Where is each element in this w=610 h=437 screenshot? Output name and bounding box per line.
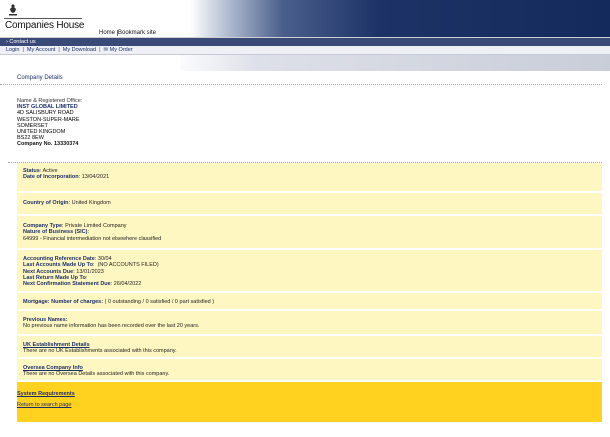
uk-establishment-panel: UK Establishment Details There are no UK… [17,336,602,359]
contact-us-link[interactable]: › Contact us [6,39,36,45]
royal-crest-icon [9,4,17,16]
origin-row: Country of Origin: United Kingdom [23,200,111,206]
band-grey [170,55,610,71]
logo-rule [4,18,82,19]
origin-value: United Kingdom [71,200,111,206]
origin-label: Country of Origin [23,200,69,206]
accounts-panel: Accounting Reference Date: 30/04 Last Ac… [17,250,602,293]
confirmation-row: Next Confirmation Statement Due: 26/04/2… [23,281,142,288]
next-accounts-label: Next Accounts Due [23,268,74,275]
header-band [0,55,610,71]
home-link[interactable]: Home [99,30,115,37]
incorporation-value: 13/04/2021 [81,174,110,181]
company-number: Company No. 13330374 [17,141,610,147]
bookmark-site-link[interactable]: Bookmark site [118,30,156,37]
site-header: Companies House Home Bookmark site [0,0,610,38]
status-label: Status [23,168,40,174]
companies-house-logo[interactable]: Companies House [3,3,93,35]
nature-value: 64999 - Financial intermediation not els… [23,235,162,242]
company-no-label: Company No. [17,141,53,148]
company-no-value: 13330374 [53,141,79,148]
system-requirements-link[interactable]: System Requirements [17,389,602,400]
type-value: Private Limited Company [65,223,127,229]
band-tab [0,55,180,71]
registered-office: Name & Registered Office: INST GLOBAL LI… [0,85,610,157]
previous-names-panel: Previous Names: No previous name informa… [17,311,602,336]
contact-bar: › Contact us [0,38,610,46]
incorporation-row: Date of Incorporation: 13/04/2021 [23,174,110,181]
nature-label: Nature of Business (SIC) [23,229,88,236]
return-to-search-link[interactable]: Return to search page [17,400,602,411]
oversea-company-link[interactable]: Oversea Company Info [23,365,83,371]
last-return-label: Last Return Made Up To [23,274,86,281]
account-nav: Login | My Account | My Download | ✉ My Order [0,46,610,55]
login-link[interactable]: Login [6,47,19,53]
nav-separator: | [22,47,24,53]
uk-establishment-link[interactable]: UK Establishment Details [23,342,90,348]
oversea-panel: Oversea Company Info There are no Overse… [17,359,602,382]
ref-date-label: Accounting Reference Date [23,256,95,262]
ref-date-value: 30/04 [97,256,112,262]
nav-separator: | [99,47,101,53]
confirmation-label: Next Confirmation Statement Due [23,281,111,288]
my-order-link[interactable]: ✉ My Order [104,47,133,53]
confirmation-value: 26/04/2022 [113,281,142,288]
last-accounts-label: Last Accounts Made Up To [23,262,93,269]
last-accounts-value: (NO ACCOUNTS FILED) [97,262,159,269]
incorporation-label: Date of Incorporation [23,174,79,181]
my-account-link[interactable]: My Account [27,47,55,53]
footer-panel: System Requirements Return to search pag… [17,382,602,422]
previous-names-label: Previous Names: [23,317,68,323]
oversea-value: There are no Oversea Details associated … [23,371,170,378]
page-title: Company Details [0,71,602,85]
next-accounts-value: 13/01/2023 [76,268,104,275]
uk-establishment-value: There are no UK Establishments associate… [23,348,177,355]
my-download-link[interactable]: My Download [63,47,96,53]
company-type-panel: Company Type: Private Limited Company Na… [17,216,602,250]
type-label: Company Type [23,223,63,229]
origin-panel: Country of Origin: United Kingdom [17,193,602,216]
mortgage-panel: Mortgage: Number of charges: ( 0 outstan… [17,293,602,311]
nav-separator: | [58,47,60,53]
status-value: Active [42,168,58,174]
logo-text: Companies House [5,20,85,31]
mortgage-label: Mortgage: Number of charges: [23,299,104,305]
mortgage-row: Mortgage: Number of charges: ( 0 outstan… [23,299,596,305]
mortgage-value: ( 0 outstanding / 0 satisfied / 0 part s… [104,299,215,305]
header-banner [190,0,610,37]
previous-names-value: No previous name information has been re… [23,323,200,330]
status-panel: Status: Active Date of Incorporation: 13… [17,163,602,193]
